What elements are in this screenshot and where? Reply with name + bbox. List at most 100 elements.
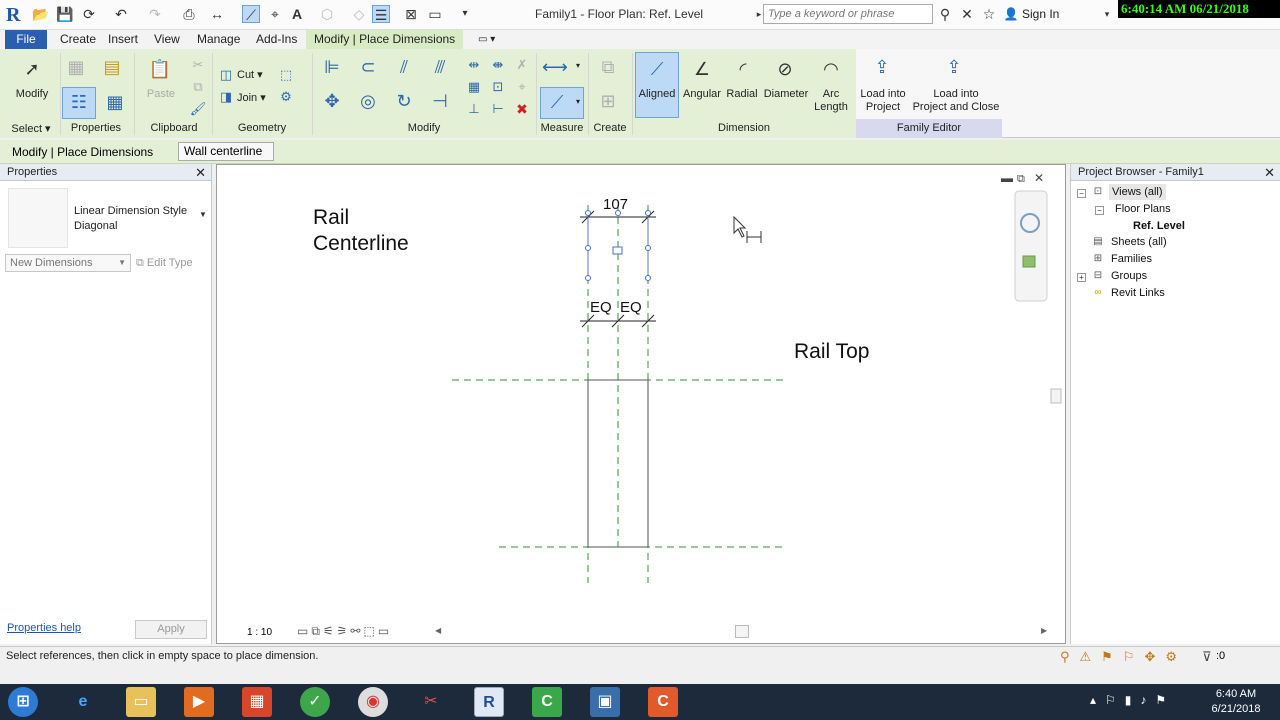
sync-icon[interactable]: ⟳: [80, 5, 98, 23]
create-group-icon[interactable]: ⊞: [596, 89, 620, 113]
drawing-canvas[interactable]: 107 EQ EQ Rail Centerline Rail Top ▬ ⧉ ✕…: [216, 164, 1066, 644]
tree-expand-icon[interactable]: +: [1077, 273, 1086, 282]
system-tray-icons[interactable]: ▴⚐▮♪⚑: [1090, 693, 1175, 707]
type-properties-icon[interactable]: ▦: [64, 55, 88, 79]
grip-handle[interactable]: [645, 245, 651, 251]
text-icon[interactable]: A: [288, 5, 306, 23]
camtasia-recorder-icon[interactable]: C: [532, 687, 562, 717]
media-player-icon[interactable]: ▶: [184, 687, 214, 717]
revit-taskbar-icon[interactable]: R: [474, 687, 504, 717]
arc-length-button[interactable]: Arc Length: [810, 88, 852, 114]
redo-icon[interactable]: ↷: [146, 5, 164, 23]
trim-multiple-icon[interactable]: ⊥: [462, 97, 486, 121]
thin-lines-icon[interactable]: ☰: [372, 5, 390, 23]
measure-dropdown-icon[interactable]: ▾: [576, 61, 580, 70]
print-icon[interactable]: ⎙: [180, 5, 198, 23]
split-gap-icon[interactable]: ⇼: [486, 53, 510, 77]
taskbar-clock[interactable]: 6:40 AM 6/21/2018: [1201, 687, 1271, 717]
camtasia-studio-icon[interactable]: C: [648, 687, 678, 717]
start-button-icon[interactable]: ⊞: [8, 687, 38, 717]
grip-handle[interactable]: [585, 275, 591, 281]
measure-between-icon[interactable]: ⟷: [542, 55, 568, 79]
drawing-svg[interactable]: 107 EQ EQ Rail Centerline Rail Top ▬ ⧉ ✕: [217, 165, 1065, 620]
tree-item-sheets[interactable]: Sheets (all): [1111, 234, 1167, 250]
binoculars-icon[interactable]: ⚲: [936, 5, 954, 23]
tree-item-ref-level[interactable]: Ref. Level: [1133, 218, 1185, 234]
copy-icon[interactable]: ⧉: [186, 75, 210, 99]
tree-item-views[interactable]: Views (all): [1109, 184, 1166, 200]
drag-text-grip[interactable]: [612, 246, 623, 255]
view-control-icons[interactable]: ▭⧉⚟⚞⚯⬚▭: [297, 624, 392, 639]
subscription-icon[interactable]: ✕: [958, 5, 976, 23]
tree-item-groups[interactable]: Groups: [1111, 268, 1147, 284]
mirror-draw-icon[interactable]: ⫻: [428, 55, 452, 79]
tab-file[interactable]: File: [5, 30, 47, 49]
type-selector[interactable]: Linear Dimension Style Diagonal: [74, 204, 199, 234]
measure-icon[interactable]: ↔: [208, 5, 226, 23]
create-similar-icon[interactable]: ⧉: [596, 55, 620, 79]
placement-select[interactable]: Wall centerline ▼: [178, 142, 274, 174]
sign-in-link[interactable]: Sign In: [1022, 7, 1059, 21]
horizontal-scrollbar-thumb[interactable]: [735, 625, 749, 638]
file-explorer-icon[interactable]: ▭: [126, 687, 156, 717]
save-icon[interactable]: 💾: [56, 5, 74, 23]
switch-windows-icon[interactable]: ▭: [426, 5, 444, 23]
tab-create[interactable]: Create: [52, 30, 104, 49]
load-into-project-button[interactable]: Load into Project: [856, 88, 910, 114]
paste-icon[interactable]: 📋: [148, 57, 172, 81]
unpin-icon[interactable]: ✗: [510, 53, 534, 77]
search-input[interactable]: [763, 4, 933, 24]
rail-centerline-label-line-2[interactable]: Centerline: [313, 232, 409, 255]
chrome-icon[interactable]: ◉: [358, 687, 388, 717]
zoom-region-icon[interactable]: [1022, 255, 1036, 268]
angular-dimension-icon[interactable]: ∠: [690, 57, 714, 81]
vertical-scrollbar-thumb[interactable]: [1050, 388, 1062, 404]
view-scale[interactable]: 1 : 10: [247, 627, 272, 638]
cut-geometry-button[interactable]: Cut ▾: [237, 68, 263, 81]
remote-desktop-icon[interactable]: ▣: [590, 687, 620, 717]
tree-item-families[interactable]: Families: [1111, 251, 1152, 267]
office-app-icon[interactable]: ▦: [242, 687, 272, 717]
tab-options-icon[interactable]: ▭ ▾: [470, 30, 503, 49]
scale-icon[interactable]: ⊡: [486, 75, 510, 99]
tab-manage[interactable]: Manage: [189, 30, 248, 49]
extend-icon[interactable]: ⊢: [486, 97, 510, 121]
grip-handle[interactable]: [645, 210, 651, 216]
load-into-project-and-close-button[interactable]: Load into Project and Close: [910, 88, 1002, 114]
angular-button[interactable]: Angular: [680, 88, 724, 101]
rail-top-label[interactable]: Rail Top: [794, 340, 870, 363]
tree-item-floor-plans[interactable]: Floor Plans: [1115, 201, 1171, 217]
view-close-icon[interactable]: ✕: [1034, 171, 1044, 185]
tab-insert[interactable]: Insert: [100, 30, 146, 49]
aligned-measure-dropdown-icon[interactable]: ▾: [576, 97, 580, 106]
tab-view[interactable]: View: [146, 30, 188, 49]
app-logo[interactable]: R: [6, 4, 20, 27]
favorites-star-icon[interactable]: ☆: [980, 5, 998, 23]
pin-icon[interactable]: ⌖: [510, 75, 534, 99]
split-face-icon[interactable]: ⬚: [274, 63, 298, 87]
view-minimize-icon[interactable]: ▬: [1001, 171, 1013, 185]
diameter-button[interactable]: Diameter: [760, 88, 812, 101]
3d-view-icon[interactable]: ⬡: [318, 5, 336, 23]
array-icon[interactable]: ▦: [462, 75, 486, 99]
modify-button[interactable]: Modify: [6, 88, 58, 101]
properties-help-link[interactable]: Properties help: [7, 622, 81, 634]
offset-icon[interactable]: ⊂: [356, 55, 380, 79]
family-category-icon[interactable]: ▦: [103, 90, 127, 114]
radial-dimension-icon[interactable]: ◜: [731, 57, 755, 81]
section-icon[interactable]: ◇: [350, 5, 368, 23]
grip-handle[interactable]: [585, 210, 591, 216]
paint-icon[interactable]: ⚙: [274, 85, 298, 109]
undo-icon[interactable]: ↶: [112, 5, 130, 23]
green-app-icon[interactable]: ✓: [300, 687, 330, 717]
cut-geometry-icon[interactable]: ◫: [214, 63, 238, 87]
tab-add-ins[interactable]: Add-Ins: [248, 30, 305, 49]
tab-modify-place-dimensions[interactable]: Modify | Place Dimensions: [306, 30, 464, 49]
snipping-tool-icon[interactable]: ✂: [416, 687, 446, 717]
edit-type-button[interactable]: ⧉ Edit Type: [136, 254, 193, 272]
apply-button[interactable]: Apply: [135, 620, 207, 639]
rotate-icon[interactable]: ↻: [392, 89, 416, 113]
join-geometry-icon[interactable]: ◨: [214, 85, 238, 109]
dimension-value-text[interactable]: 107: [603, 196, 628, 213]
filter-icon[interactable]: ⊽: [1202, 649, 1212, 665]
